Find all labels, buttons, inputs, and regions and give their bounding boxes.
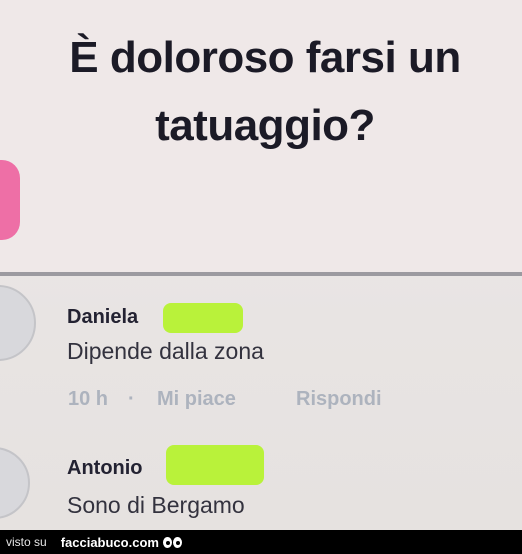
watermark-prefix: visto su (6, 535, 47, 549)
post-header: È doloroso farsi un tatuaggio? (0, 0, 522, 275)
avatar[interactable] (0, 447, 30, 519)
meta-separator: · (128, 388, 135, 410)
censor-highlight (166, 445, 264, 485)
comment-author[interactable]: Antonio (67, 457, 143, 480)
comment-timestamp: 10 h (68, 388, 109, 410)
post-question: È doloroso farsi un tatuaggio? (69, 33, 461, 150)
pink-sticker (0, 160, 20, 240)
reply-button[interactable]: Rispondi (296, 388, 382, 411)
screenshot-photo: È doloroso farsi un tatuaggio? Daniela D… (0, 0, 522, 530)
post-divider (0, 272, 522, 276)
censor-highlight (163, 303, 243, 333)
avatar[interactable] (0, 285, 36, 361)
watermark-bar: visto su facciabuco.com (0, 530, 522, 554)
eyes-logo-icon (162, 536, 182, 548)
like-button[interactable]: Mi piace (157, 388, 236, 411)
eye-icon (172, 536, 182, 548)
eye-icon (162, 536, 172, 548)
watermark-site[interactable]: facciabuco.com (61, 535, 159, 550)
comment-text: Sono di Bergamo (67, 492, 245, 518)
comment-text: Dipende dalla zona (67, 338, 264, 364)
comment-author[interactable]: Daniela (67, 306, 138, 329)
